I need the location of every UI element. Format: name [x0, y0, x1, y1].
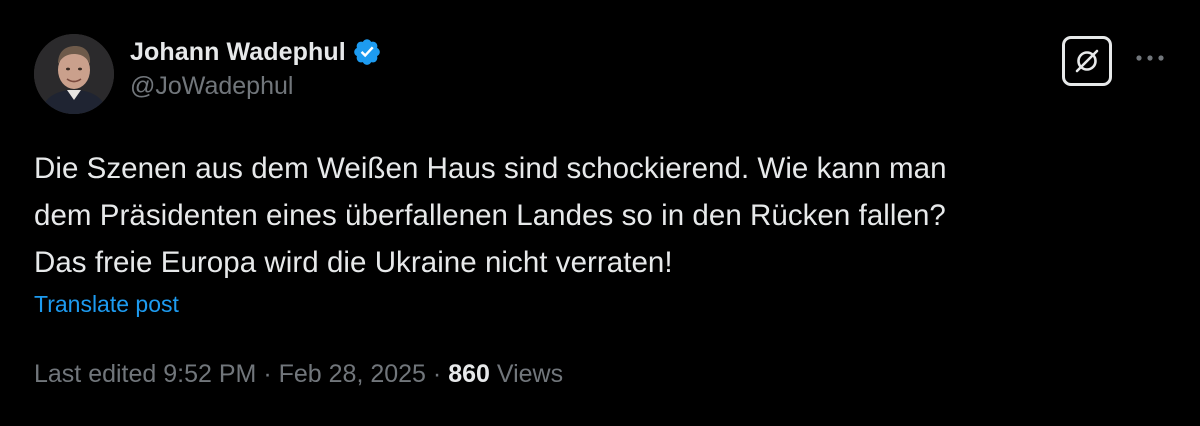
avatar[interactable] — [34, 34, 114, 114]
post-text-line: dem Präsidenten eines überfallenen Lande… — [34, 199, 946, 232]
translate-post-link[interactable]: Translate post — [34, 291, 179, 318]
views-count[interactable]: 860 — [448, 360, 490, 388]
more-dots-icon — [1136, 55, 1164, 61]
post-card: Johann Wadephul @JoWadephul Die Szenen a… — [0, 0, 1200, 426]
author-name-row: Johann Wadephul — [130, 34, 382, 70]
post-date[interactable]: Feb 28, 2025 — [279, 360, 426, 388]
post-text: Die Szenen aus dem Weißen Haus sind scho… — [34, 145, 1154, 286]
author-display-name[interactable]: Johann Wadephul — [130, 38, 346, 67]
post-metadata: Last edited 9:52 PM · Feb 28, 2025 · 860… — [34, 360, 563, 389]
grok-button[interactable] — [1062, 36, 1112, 86]
meta-separator: · — [432, 360, 442, 388]
post-text-line: Das freie Europa wird die Ukraine nicht … — [34, 246, 673, 279]
author-handle[interactable]: @JoWadephul — [130, 72, 293, 101]
meta-separator: · — [263, 360, 272, 388]
views-label: Views — [496, 360, 564, 388]
post-time[interactable]: 9:52 PM — [163, 360, 256, 388]
post-text-line: Die Szenen aus dem Weißen Haus sind scho… — [34, 152, 947, 185]
grok-icon — [1075, 49, 1099, 73]
profile-photo — [34, 34, 114, 114]
edited-label[interactable]: Last edited — [34, 360, 156, 388]
more-options-button[interactable] — [1130, 48, 1170, 68]
verified-badge-icon[interactable] — [352, 37, 382, 67]
